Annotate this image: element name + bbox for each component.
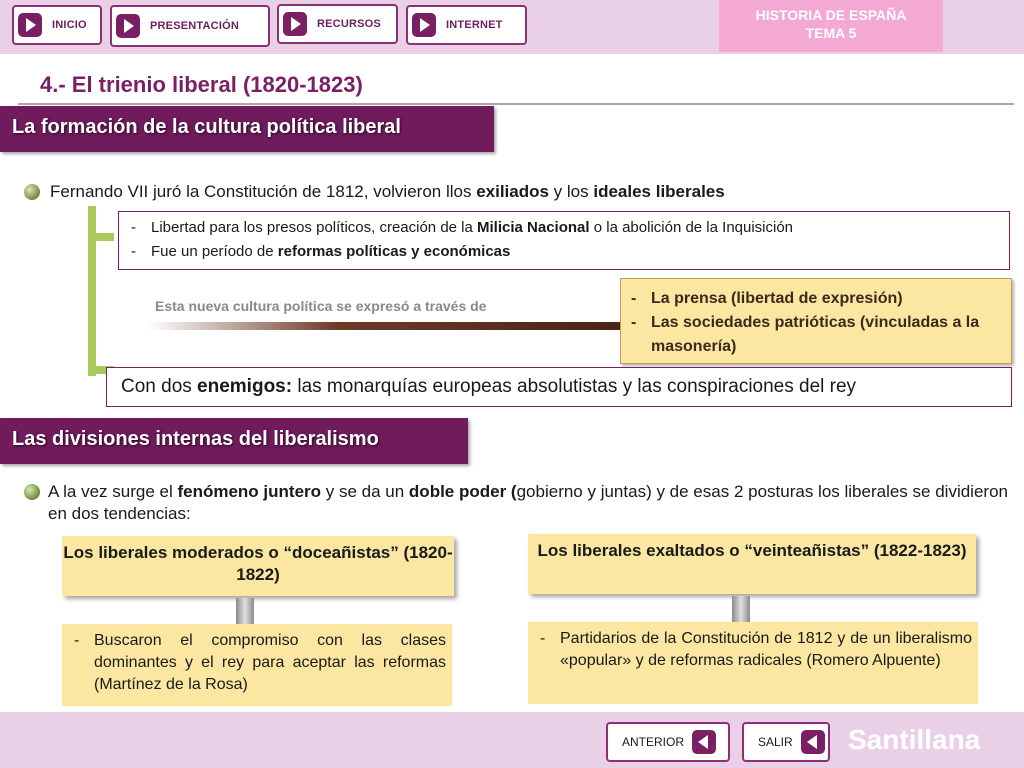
bold-segment: Milicia Nacional bbox=[477, 219, 590, 236]
play-arrow-icon bbox=[18, 13, 42, 37]
play-arrow-icon bbox=[283, 12, 307, 36]
play-arrow-icon bbox=[116, 14, 140, 38]
nav-internet-button[interactable]: INTERNET bbox=[406, 5, 527, 45]
anterior-button[interactable]: ANTERIOR bbox=[606, 722, 730, 762]
bold-segment: fenómeno juntero bbox=[177, 482, 322, 501]
exaltados-detail-text: Partidarios de la Constitución de 1812 y… bbox=[560, 630, 972, 669]
list-dash: - bbox=[131, 243, 136, 260]
exaltados-connector bbox=[732, 596, 750, 624]
page-title: 4.- El trienio liberal (1820-1823) bbox=[40, 72, 363, 97]
exaltados-detail: - Partidarios de la Constitución de 1812… bbox=[528, 622, 978, 704]
list-item: - La prensa (libertad de expresión) bbox=[631, 287, 1011, 311]
list-item: - Las sociedades patrióticas (vinculadas … bbox=[631, 311, 1011, 359]
channels-box: - La prensa (libertad de expresión) - Las … bbox=[620, 278, 1012, 364]
bullet-icon bbox=[24, 184, 40, 200]
subject-topic: TEMA 5 bbox=[805, 25, 857, 41]
list-dash: - bbox=[631, 290, 637, 307]
exaltados-heading: Los liberales exaltados o “veinteañistas… bbox=[528, 534, 976, 594]
bold-segment: doble poder ( bbox=[408, 482, 517, 501]
bullet-text-fernando: Fernando VII juró la Constitución de 181… bbox=[50, 181, 1010, 203]
section-heading-cultura: La formación de la cultura política libe… bbox=[0, 106, 494, 152]
text-segment: Fernando VII juró la Constitución de 181… bbox=[50, 182, 477, 201]
nav-recursos-button[interactable]: RECURSOS bbox=[277, 4, 398, 44]
moderados-detail: - Buscaron el compromiso con las clases … bbox=[62, 624, 452, 706]
channel-text: La prensa (libertad de expresión) bbox=[651, 290, 903, 307]
text-segment: Fue un período de bbox=[151, 243, 278, 260]
nav-inicio-label: INICIO bbox=[52, 19, 87, 31]
list-dash: - bbox=[631, 314, 637, 331]
list-item: - Fue un período de reformas políticas y … bbox=[131, 240, 1009, 264]
bracket-connector-branch bbox=[92, 233, 114, 241]
bold-segment: enemigos: bbox=[197, 376, 293, 397]
text-segment: Libertad para los presos políticos, crea… bbox=[151, 219, 478, 236]
moderados-connector bbox=[236, 598, 254, 626]
section-heading-divisiones: Las divisiones internas del liberalismo bbox=[0, 418, 468, 464]
nav-presentacion-label: PRESENTACIÓN bbox=[150, 20, 239, 32]
culture-arrow-line bbox=[148, 322, 620, 330]
bracket-connector bbox=[88, 206, 96, 376]
text-segment: y se da un bbox=[321, 482, 409, 501]
text-segment: Con dos bbox=[121, 376, 198, 397]
salir-label: SALIR bbox=[758, 735, 793, 749]
bold-segment: ideales liberales bbox=[593, 182, 725, 201]
nav-recursos-label: RECURSOS bbox=[317, 18, 381, 30]
culture-expression-label: Esta nueva cultura política se expresó a… bbox=[155, 298, 487, 314]
list-item: - Libertad para los presos políticos, cre… bbox=[131, 216, 1009, 240]
back-arrow-icon bbox=[800, 730, 825, 754]
anterior-label: ANTERIOR bbox=[622, 735, 685, 749]
publisher-logo: Santillana bbox=[848, 724, 981, 755]
nav-inicio-button[interactable]: INICIO bbox=[12, 5, 102, 45]
text-segment: o la abolición de la Inquisición bbox=[589, 219, 794, 236]
back-arrow-icon bbox=[692, 730, 717, 754]
bullet-icon bbox=[24, 484, 40, 500]
play-arrow-icon bbox=[412, 13, 436, 37]
nav-internet-label: INTERNET bbox=[446, 19, 503, 31]
list-dash: - bbox=[74, 632, 80, 649]
salir-button[interactable]: SALIR bbox=[742, 722, 830, 762]
nav-presentacion-button[interactable]: PRESENTACIÓN bbox=[110, 5, 270, 47]
bullet-text-juntero: A la vez surge el fenómeno juntero y se … bbox=[48, 481, 1008, 525]
moderados-heading: Los liberales moderados o “doceañistas” … bbox=[62, 536, 454, 596]
text-segment: las monarquías europeas absolutistas y l… bbox=[292, 376, 857, 397]
measures-box: - Libertad para los presos políticos, cre… bbox=[118, 211, 1010, 270]
bold-segment: exiliados bbox=[476, 182, 549, 201]
bold-segment: reformas políticas y económicas bbox=[277, 243, 511, 260]
enemies-box: Con dos enemigos: las monarquías europea… bbox=[106, 367, 1012, 407]
title-divider bbox=[18, 103, 1014, 105]
channel-text: Las sociedades patrióticas (vinculadas a… bbox=[651, 314, 980, 355]
moderados-detail-text: Buscaron el compromiso con las clases do… bbox=[94, 632, 446, 693]
text-segment: y los bbox=[548, 182, 594, 201]
subject-title: HISTORIA DE ESPAÑA bbox=[755, 7, 907, 23]
list-dash: - bbox=[131, 219, 136, 236]
list-dash: - bbox=[540, 630, 546, 647]
subject-badge: HISTORIA DE ESPAÑA TEMA 5 bbox=[719, 0, 943, 52]
text-segment: A la vez surge el bbox=[48, 482, 178, 501]
